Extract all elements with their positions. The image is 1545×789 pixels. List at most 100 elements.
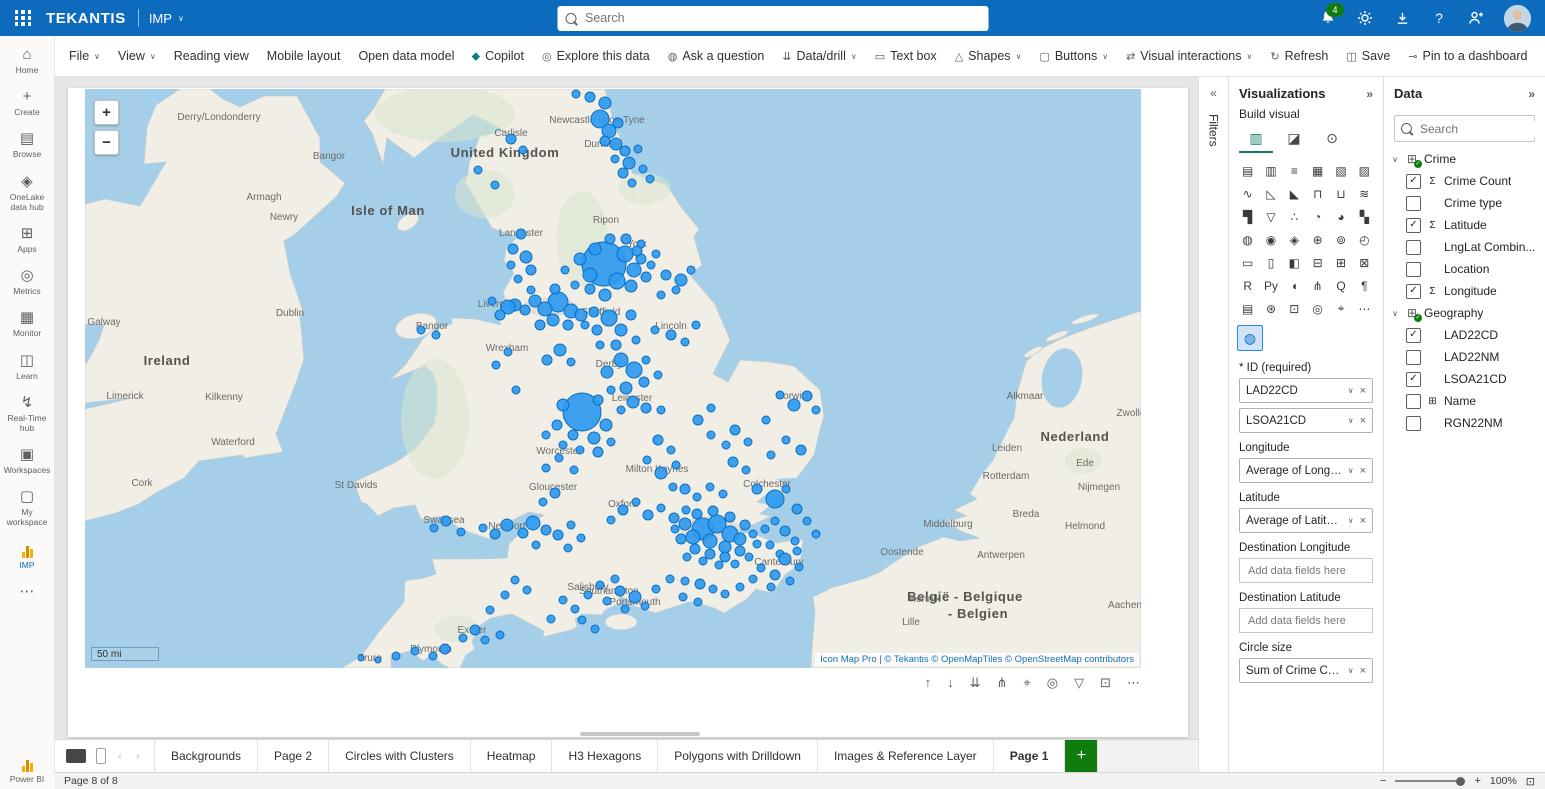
crime-bubble[interactable] [618, 168, 628, 178]
horizontal-scrollbar[interactable] [580, 732, 700, 736]
crime-bubble[interactable] [596, 341, 604, 349]
crime-bubble[interactable] [526, 516, 540, 530]
crime-bubble[interactable] [557, 399, 569, 411]
menu-item-pin-to-a-dashboard[interactable]: ⊸Pin to a dashboard [1399, 36, 1536, 76]
crime-bubble[interactable] [570, 466, 578, 474]
menu-item-reading-view[interactable]: Reading view [165, 36, 258, 76]
crime-bubble[interactable] [609, 273, 625, 289]
rail-item-my-workspace[interactable]: ▢My workspace [0, 486, 54, 529]
crime-bubble[interactable] [722, 441, 730, 449]
matrix-icon[interactable]: ⊠ [1354, 252, 1375, 273]
remove-field-icon[interactable]: × [1360, 385, 1366, 397]
crime-bubble[interactable] [574, 253, 586, 265]
crime-bubble[interactable] [629, 591, 641, 603]
goals-icon[interactable]: ⌖ [1330, 298, 1351, 319]
crime-bubble[interactable] [567, 521, 575, 529]
crime-bubble[interactable] [512, 386, 520, 394]
crime-bubble[interactable] [577, 534, 585, 542]
crime-bubble[interactable] [617, 406, 625, 414]
crime-bubble[interactable] [474, 166, 482, 174]
menu-item-data-drill[interactable]: ⇊Data/drill∨ [773, 36, 865, 76]
crime-bubble[interactable] [479, 524, 487, 532]
crime-bubble[interactable] [786, 577, 794, 585]
funnel-chart-icon[interactable]: ▽ [1260, 206, 1281, 227]
crime-bubble[interactable] [779, 553, 791, 565]
tab-scroll-back-icon[interactable]: ‹ [116, 749, 124, 763]
field-checkbox-rgn22nm[interactable] [1406, 416, 1421, 431]
crime-bubble[interactable] [492, 361, 500, 369]
crime-bubble[interactable] [607, 438, 615, 446]
crime-bubble[interactable] [692, 321, 700, 329]
crime-bubble[interactable] [682, 506, 690, 514]
crime-bubble[interactable] [563, 320, 573, 330]
crime-bubble[interactable] [529, 295, 541, 307]
rail-item-more[interactable]: ⋯ [0, 581, 54, 602]
crime-bubble[interactable] [571, 605, 579, 613]
help-icon[interactable]: ? [1430, 9, 1448, 27]
crime-bubble[interactable] [745, 553, 753, 561]
crime-bubble[interactable] [706, 483, 714, 491]
slicer-icon[interactable]: ⊟ [1307, 252, 1328, 273]
crime-bubble[interactable] [753, 540, 761, 548]
crime-bubble[interactable] [593, 395, 603, 405]
zoom-in-button[interactable]: + [1474, 775, 1480, 787]
gauge-icon[interactable]: ◴ [1354, 229, 1375, 250]
field-checkbox-lad22nm[interactable] [1406, 350, 1421, 365]
crime-bubble[interactable] [575, 309, 587, 321]
key-influencers-icon[interactable]: ◖ [1284, 275, 1305, 296]
crime-bubble[interactable] [441, 516, 451, 526]
stacked-column-chart-icon[interactable]: ▥ [1260, 160, 1281, 181]
crime-bubble[interactable] [457, 528, 465, 536]
more-options-icon[interactable]: ⋯ [1127, 676, 1140, 690]
filled-map-icon[interactable]: ◉ [1260, 229, 1281, 250]
crime-bubble[interactable] [757, 564, 765, 572]
crime-bubble[interactable] [523, 586, 531, 594]
crime-bubble[interactable] [708, 506, 718, 516]
crime-bubble[interactable] [459, 634, 467, 642]
crime-bubble[interactable] [596, 581, 604, 589]
field-checkbox-crime-count[interactable]: ✓ [1406, 174, 1421, 189]
crime-bubble[interactable] [734, 533, 746, 545]
crime-bubble[interactable] [679, 518, 691, 530]
crime-bubble[interactable] [676, 534, 686, 544]
crime-bubble[interactable] [552, 420, 562, 430]
stacked-area-chart-icon[interactable]: ◣ [1284, 183, 1305, 204]
field-row-lnglat-combin[interactable]: LngLat Combin... [1390, 236, 1539, 258]
waffle-menu-icon[interactable] [0, 0, 46, 36]
stacked-bar-chart-icon[interactable]: ▤ [1237, 160, 1258, 181]
crime-bubble[interactable] [559, 596, 567, 604]
crime-bubble[interactable] [615, 324, 627, 336]
crime-bubble[interactable] [599, 97, 611, 109]
crime-bubble[interactable] [588, 432, 600, 444]
pin-visual-icon[interactable]: ⌖ [1023, 676, 1030, 690]
crime-bubble[interactable] [375, 657, 381, 663]
crime-bubble[interactable] [657, 406, 665, 414]
desktop-view-icon[interactable] [66, 749, 86, 763]
field-row-lsoa21cd[interactable]: ✓LSOA21CD [1390, 368, 1539, 390]
menu-item-copilot[interactable]: ◆Copilot [463, 36, 533, 76]
page-tab-circles-with-clusters[interactable]: Circles with Clusters [329, 740, 471, 772]
crime-bubble[interactable] [770, 570, 780, 580]
build-visual-tab[interactable]: ▥ [1239, 126, 1273, 153]
crime-bubble[interactable] [578, 616, 586, 624]
crime-bubble[interactable] [550, 284, 560, 294]
crime-bubble[interactable] [547, 615, 555, 623]
crime-bubble[interactable] [657, 291, 665, 299]
crime-bubble[interactable] [767, 451, 775, 459]
crime-bubble[interactable] [632, 498, 640, 506]
crime-bubble[interactable] [470, 625, 480, 635]
field-row-lad22nm[interactable]: LAD22NM [1390, 346, 1539, 368]
crime-bubble[interactable] [564, 544, 572, 552]
alert-icon[interactable]: ◎ [1047, 676, 1058, 690]
settings-gear-icon[interactable] [1356, 9, 1374, 27]
download-icon[interactable] [1393, 9, 1411, 27]
focus-mode-icon[interactable]: ⊡ [1100, 676, 1111, 690]
card-icon[interactable]: ▭ [1237, 252, 1258, 273]
crime-bubble[interactable] [550, 488, 560, 498]
crime-bubble[interactable] [358, 655, 364, 661]
crime-bubble[interactable] [671, 525, 679, 533]
crime-bubble[interactable] [643, 456, 651, 464]
crime-bubble[interactable] [495, 310, 505, 320]
area-chart-icon[interactable]: ◺ [1260, 183, 1281, 204]
crime-bubble[interactable] [591, 625, 599, 633]
